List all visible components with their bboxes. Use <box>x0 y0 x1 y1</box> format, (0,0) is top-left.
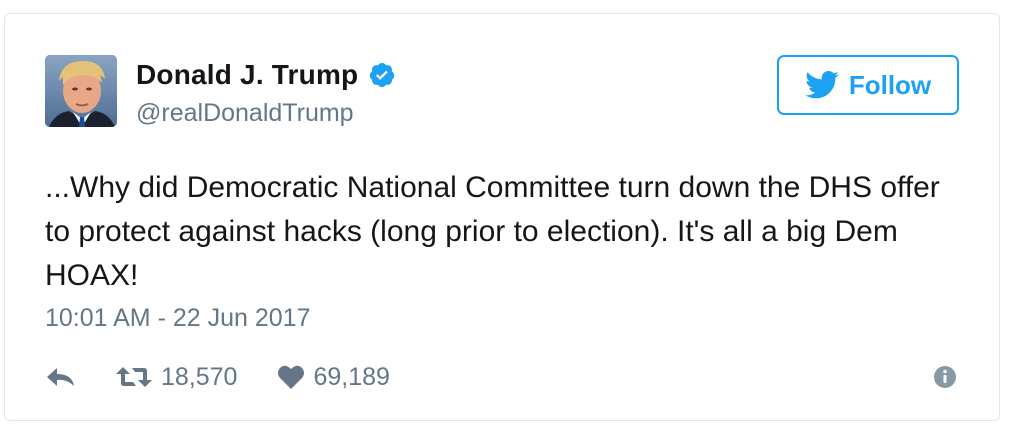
reply-icon <box>47 368 74 386</box>
display-name[interactable]: Donald J. Trump <box>136 59 358 91</box>
follow-button[interactable]: Follow <box>777 55 959 115</box>
name-row: Donald J. Trump <box>136 57 396 93</box>
twitter-bird-icon <box>805 71 839 99</box>
profile-photo-icon <box>45 55 117 127</box>
retweet-button[interactable]: 18,570 <box>115 363 237 392</box>
verified-badge-icon <box>368 61 396 89</box>
tweet-card: Donald J. Trump @realDonaldTrump Follow … <box>4 13 1000 421</box>
tweet-text: ...Why did Democratic National Committee… <box>45 171 940 292</box>
tweet-actions: 18,570 69,189 <box>45 360 390 394</box>
follow-label: Follow <box>848 69 932 100</box>
like-button[interactable]: 69,189 <box>277 362 390 392</box>
retweet-icon <box>116 367 152 387</box>
reply-button[interactable] <box>45 365 77 389</box>
author-block: Donald J. Trump @realDonaldTrump <box>136 57 396 128</box>
heart-icon <box>278 365 305 389</box>
avatar[interactable] <box>45 55 117 127</box>
screen-name[interactable]: @realDonaldTrump <box>136 99 396 128</box>
retweet-count: 18,570 <box>161 362 238 391</box>
tweet-timestamp[interactable]: 10:01 AM - 22 Jun 2017 <box>45 304 310 333</box>
like-count: 69,189 <box>313 362 390 391</box>
info-icon[interactable] <box>933 365 957 389</box>
